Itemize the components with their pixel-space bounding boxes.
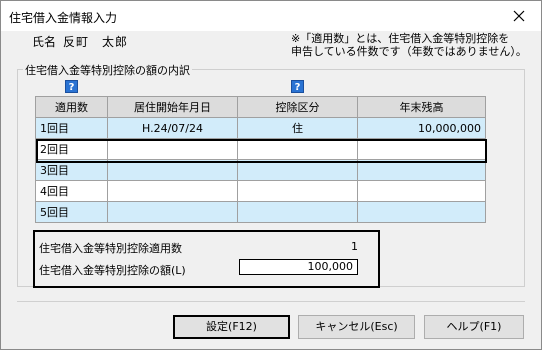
- category-cell[interactable]: 住: [237, 117, 358, 139]
- name-label: 氏名: [32, 35, 57, 49]
- table-row[interactable]: 4回目: [35, 180, 486, 202]
- close-button[interactable]: [497, 1, 541, 31]
- help-icon[interactable]: ?: [65, 80, 78, 93]
- column-header-balance: 年末残高: [357, 96, 486, 118]
- deduction-amount-field[interactable]: 100,000: [239, 259, 358, 275]
- column-header-start-date: 居住開始年月日: [107, 96, 238, 118]
- dialog-window: 住宅借入金情報入力 氏名 反町 太郎 ※「適用数」とは、住宅借入金等特別控除を …: [0, 0, 542, 350]
- cancel-button[interactable]: キャンセル(Esc): [298, 315, 415, 339]
- row-label[interactable]: 5回目: [35, 201, 108, 223]
- table-row[interactable]: 3回目: [35, 159, 486, 181]
- balance-cell[interactable]: [357, 138, 486, 160]
- table-row[interactable]: 1回目 H.24/07/24 住 10,000,000: [35, 117, 486, 139]
- table-row[interactable]: 5回目: [35, 201, 486, 223]
- row-label[interactable]: 2回目: [35, 138, 108, 160]
- row-label[interactable]: 3回目: [35, 159, 108, 181]
- group-box-label: 住宅借入金等特別控除の額の内訳: [23, 62, 192, 78]
- column-header-count: 適用数: [35, 96, 108, 118]
- category-cell[interactable]: [237, 159, 358, 181]
- category-cell[interactable]: [237, 138, 358, 160]
- row-label[interactable]: 1回目: [35, 117, 108, 139]
- category-cell[interactable]: [237, 201, 358, 223]
- balance-cell[interactable]: [357, 180, 486, 202]
- ok-button[interactable]: 設定(F12): [173, 315, 290, 339]
- table-header-row: 適用数 居住開始年月日 控除区分 年末残高: [35, 96, 486, 118]
- balance-cell[interactable]: [357, 159, 486, 181]
- title-bar: 住宅借入金情報入力: [1, 1, 541, 31]
- start-date-cell[interactable]: [107, 138, 238, 160]
- name-value: 反町 太郎: [63, 35, 129, 49]
- help-icon[interactable]: ?: [291, 80, 304, 93]
- help-button[interactable]: ヘルプ(F1): [424, 315, 524, 339]
- start-date-cell[interactable]: [107, 159, 238, 181]
- start-date-cell[interactable]: H.24/07/24: [107, 117, 238, 139]
- balance-cell[interactable]: 10,000,000: [357, 117, 486, 139]
- column-header-category: 控除区分: [237, 96, 358, 118]
- balance-cell[interactable]: [357, 201, 486, 223]
- window-title: 住宅借入金情報入力: [9, 11, 118, 25]
- deduction-count-value: 1: [351, 240, 358, 253]
- usage-note: ※「適用数」とは、住宅借入金等特別控除を 申告している件数です（年数ではありませ…: [291, 32, 527, 58]
- loan-breakdown-table: 適用数 居住開始年月日 控除区分 年末残高 1回目 H.24/07/24 住 1…: [35, 96, 486, 223]
- row-label[interactable]: 4回目: [35, 180, 108, 202]
- category-cell[interactable]: [237, 180, 358, 202]
- close-icon: [513, 10, 525, 22]
- start-date-cell[interactable]: [107, 201, 238, 223]
- start-date-cell[interactable]: [107, 180, 238, 202]
- deduction-count-label: 住宅借入金等特別控除適用数: [39, 242, 182, 255]
- divider: [17, 301, 525, 302]
- deduction-amount-label: 住宅借入金等特別控除の額(L): [39, 264, 186, 277]
- table-row[interactable]: 2回目: [35, 138, 486, 160]
